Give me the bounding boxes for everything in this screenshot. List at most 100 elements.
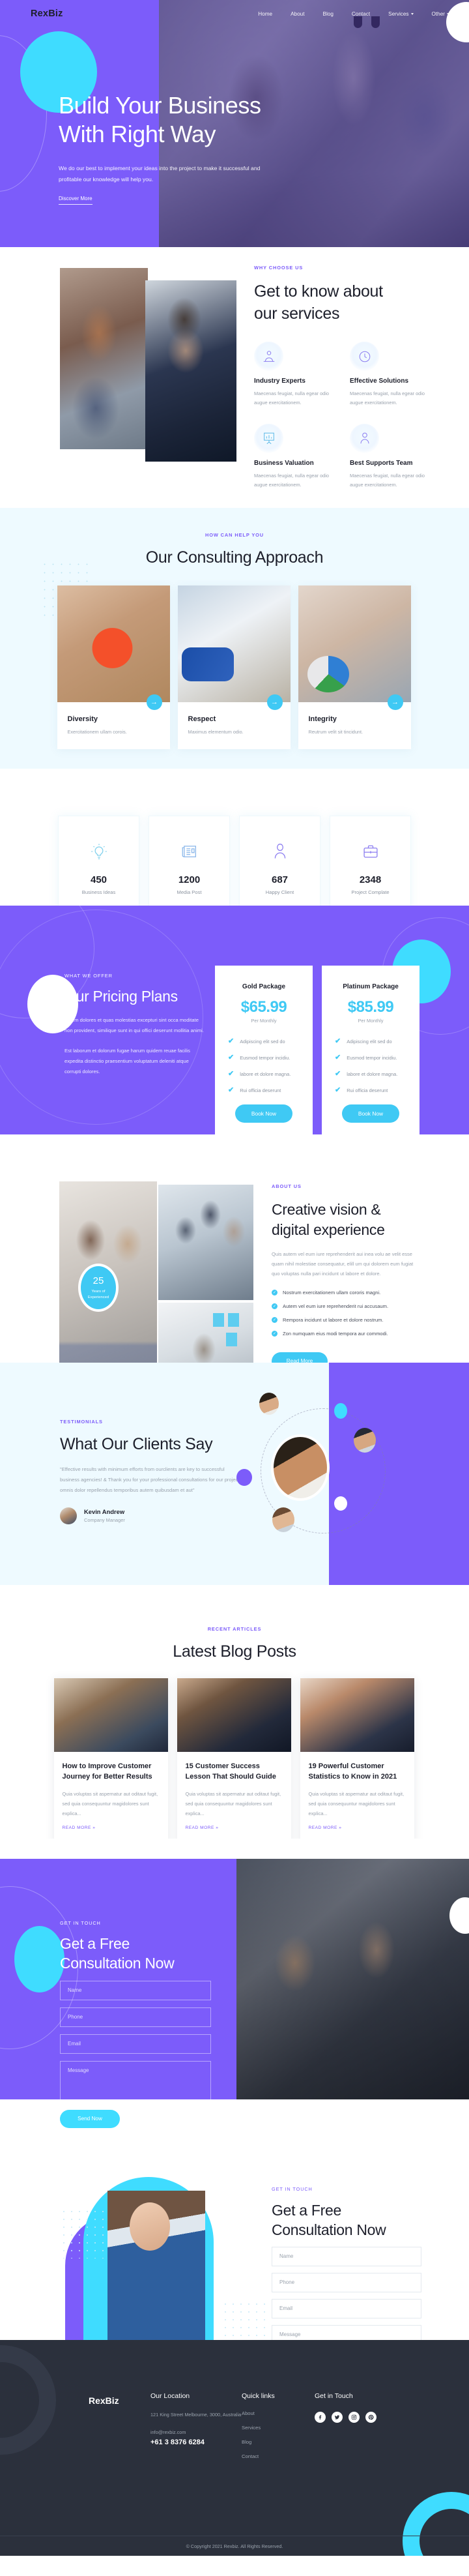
- email-input[interactable]: [60, 2034, 211, 2054]
- approach-card[interactable]: → Integrity Reutrum velit sit tincidunt.: [298, 585, 411, 749]
- blog-excerpt: Quia voluptas sit aspernatur aut oditaut…: [308, 1790, 405, 1816]
- check-icon: ✔: [335, 1070, 341, 1078]
- logo[interactable]: RexBiz: [31, 8, 63, 19]
- nav-item-services[interactable]: Services: [379, 11, 422, 17]
- about-list-item: ✓ Rempora incidunt ut labore et dolore no…: [272, 1316, 421, 1323]
- service-card[interactable]: Industry Experts Maecenas feugiat, nulla…: [254, 342, 341, 408]
- check-icon: ✔: [228, 1086, 234, 1094]
- stats-section: 450 Business Ideas 1200 Media Post 687 H…: [0, 769, 469, 922]
- decorative-light-band: [0, 1578, 329, 1585]
- service-card[interactable]: Effective Solutions Maecenas feugiat, nu…: [350, 342, 436, 408]
- nav-item-blog[interactable]: Blog: [314, 11, 343, 17]
- name-input[interactable]: [272, 2246, 421, 2266]
- nav-item-contact[interactable]: Contact: [343, 11, 379, 17]
- blog-excerpt: Quia voluptas sit aspernatur aut oditaut…: [185, 1790, 281, 1816]
- footer-links: About Services Blog Contact: [242, 2410, 315, 2459]
- approach-desc: Maximus elementum odio.: [188, 729, 244, 735]
- service-desc: Maecenas feugiat, nulla egear odio augue…: [254, 472, 330, 488]
- blog-title[interactable]: 19 Powerful Customer Statistics to Know …: [309, 1762, 406, 1783]
- service-title: Business Valuation: [254, 459, 314, 467]
- instagram-icon[interactable]: [348, 2412, 360, 2423]
- pricing-eyebrow: WHAT WE OFFER: [64, 973, 113, 979]
- facebook-icon[interactable]: [315, 2412, 326, 2423]
- testimonial-quote: "Effective results with minimum efforts …: [60, 1466, 240, 1493]
- read-more-link[interactable]: READ MORE »: [186, 1826, 219, 1830]
- check-icon: ✔: [228, 1037, 234, 1045]
- about-eyebrow: ABOUT US: [272, 1183, 302, 1189]
- approach-card[interactable]: → Respect Maximus elementum odio.: [177, 585, 291, 749]
- read-more-link[interactable]: READ MORE »: [63, 1826, 96, 1830]
- avatar-small[interactable]: [354, 1428, 376, 1453]
- services-content: WHY CHOOSE US Get to know about our serv…: [254, 265, 436, 490]
- plan-feature: ✔ Eusmod tempor incidiu.: [228, 1054, 300, 1061]
- nav-item-other[interactable]: Other: [423, 11, 459, 17]
- pricing-card-platinum: Platinum Package $85.99 Per Monthly ✔ Adi…: [322, 966, 419, 1134]
- service-card[interactable]: Business Valuation Maecenas feugiat, nul…: [254, 423, 341, 490]
- contact-heading-line2: Consultation Now: [60, 1954, 175, 1972]
- book-now-button-platinum[interactable]: Book Now: [342, 1104, 399, 1123]
- pinterest-icon[interactable]: [365, 2412, 377, 2423]
- approach-eyebrow: HOW CAN HELP YOU: [205, 532, 264, 538]
- footer-link-services[interactable]: Services: [242, 2425, 315, 2431]
- footer-link-contact[interactable]: Contact: [242, 2453, 315, 2459]
- decorative-white-circle: [27, 975, 78, 1033]
- check-icon: ✔: [335, 1037, 341, 1045]
- badge-label-line2: Experienced: [87, 1295, 109, 1299]
- book-now-button-gold[interactable]: Book Now: [235, 1104, 292, 1123]
- blog-card[interactable]: 19 Powerful Customer Statistics to Know …: [300, 1678, 414, 1859]
- avatar-featured[interactable]: [271, 1434, 330, 1501]
- footer-logo[interactable]: RexBiz: [89, 2392, 150, 2468]
- blog-title[interactable]: How to Improve Customer Journey for Bett…: [63, 1762, 160, 1783]
- nav-links: Home About Blog Contact Services Other: [249, 11, 459, 17]
- blog-card[interactable]: How to Improve Customer Journey for Bett…: [53, 1678, 168, 1859]
- nav-item-home[interactable]: Home: [249, 11, 281, 17]
- testimonials-eyebrow: TESTIMONIALS: [60, 1419, 103, 1425]
- blog-title[interactable]: 15 Customer Success Lesson That Should G…: [186, 1762, 283, 1783]
- testimonials-heading: What Our Clients Say: [60, 1435, 213, 1453]
- message-textarea[interactable]: [60, 2060, 211, 2101]
- hero-subtitle: We do our best to implement your ideas i…: [59, 164, 261, 183]
- plan-feature-label: Eusmod tempor incidiu.: [347, 1055, 397, 1061]
- service-card[interactable]: Best Supports Team Maecenas feugiat, nul…: [350, 423, 436, 490]
- clock-icon: [350, 342, 379, 371]
- about-heading: Creative vision & digital experience: [272, 1200, 421, 1240]
- approach-card[interactable]: → Diversity Exercitationem ullam corois.: [57, 585, 170, 749]
- phone-input[interactable]: [60, 2007, 211, 2027]
- arrow-right-icon[interactable]: →: [266, 694, 283, 710]
- read-more-link[interactable]: READ MORE »: [309, 1826, 342, 1830]
- check-circle-icon: ✓: [272, 1303, 277, 1309]
- nav-label: Other: [431, 10, 445, 17]
- arrow-right-icon[interactable]: →: [387, 694, 403, 710]
- footer-email[interactable]: info@rexbiz.com: [150, 2429, 242, 2435]
- blog-card-body: 19 Powerful Customer Statistics to Know …: [300, 1752, 414, 1832]
- approach-title: Respect: [188, 715, 216, 723]
- blog-cards: How to Improve Customer Journey for Bett…: [53, 1678, 416, 1859]
- blog-card[interactable]: 15 Customer Success Lesson That Should G…: [177, 1678, 291, 1859]
- approach-cards: → Diversity Exercitationem ullam corois.…: [57, 585, 412, 749]
- approach-header: HOW CAN HELP YOU Our Consulting Approach: [0, 508, 469, 567]
- name-input[interactable]: [60, 1980, 211, 2000]
- footer-link-about[interactable]: About: [242, 2410, 315, 2416]
- avatar-small[interactable]: [259, 1393, 279, 1415]
- email-input[interactable]: [272, 2298, 421, 2318]
- contact-heading-line2: Consultation Now: [272, 2221, 386, 2238]
- send-now-button[interactable]: Send Now: [60, 2109, 120, 2128]
- footer-phone[interactable]: +61 3 8376 6284: [150, 2438, 242, 2446]
- avatar-small[interactable]: [272, 1507, 294, 1532]
- footer-link-blog[interactable]: Blog: [242, 2439, 315, 2445]
- about-list-label: Autem vel eum iure reprehenderit rui acc…: [283, 1303, 389, 1309]
- service-desc: Maecenas feugiat, nulla egear odio augue…: [350, 472, 425, 488]
- discover-more-link[interactable]: Discover More: [59, 196, 92, 205]
- services-heading: Get to know about our services: [254, 281, 436, 325]
- arrow-right-icon[interactable]: →: [146, 694, 162, 710]
- about-section: 25 Years of Experienced ABOUT US Creativ…: [0, 1134, 469, 1413]
- nav-item-about[interactable]: About: [281, 11, 313, 17]
- twitter-icon[interactable]: [332, 2412, 343, 2423]
- phone-input[interactable]: [272, 2272, 421, 2292]
- check-icon: ✔: [335, 1086, 341, 1094]
- blog-section: RECENT ARTICLES Latest Blog Posts How to…: [0, 1578, 469, 1859]
- service-title: Best Supports Team: [350, 459, 413, 467]
- stat-label: Project Complate: [351, 889, 390, 895]
- pricing-content: WHAT WE OFFER Our Pricing Plans Lorem do…: [64, 973, 205, 1077]
- services-photo-1: [60, 268, 148, 449]
